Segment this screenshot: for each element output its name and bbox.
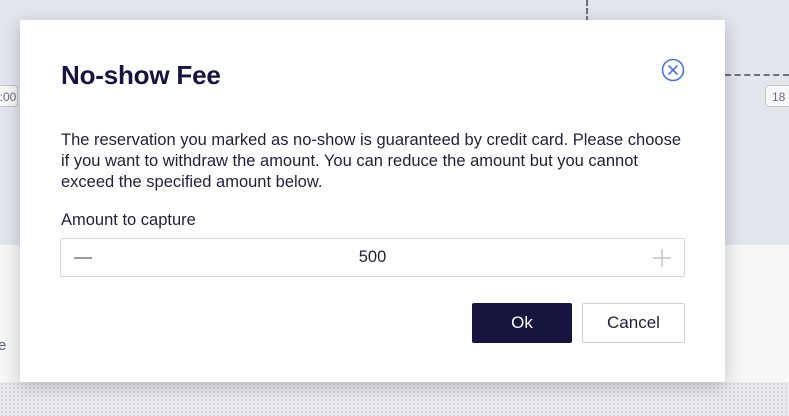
no-show-fee-dialog: No-show Fee The reservation you marked a… <box>20 20 725 382</box>
decrement-button[interactable] <box>61 239 105 276</box>
amount-stepper <box>60 238 685 277</box>
cancel-button[interactable]: Cancel <box>582 303 685 343</box>
close-button[interactable] <box>661 58 685 82</box>
ok-button[interactable]: Ok <box>472 303 572 343</box>
dialog-description: The reservation you marked as no-show is… <box>61 131 681 191</box>
dialog-title: No-show Fee <box>61 60 221 90</box>
amount-input[interactable] <box>105 239 640 276</box>
increment-button[interactable] <box>640 239 684 276</box>
amount-label: Amount to capture <box>61 211 196 229</box>
close-circle-icon <box>661 58 685 82</box>
plus-icon <box>640 239 684 276</box>
minus-icon <box>61 239 105 276</box>
